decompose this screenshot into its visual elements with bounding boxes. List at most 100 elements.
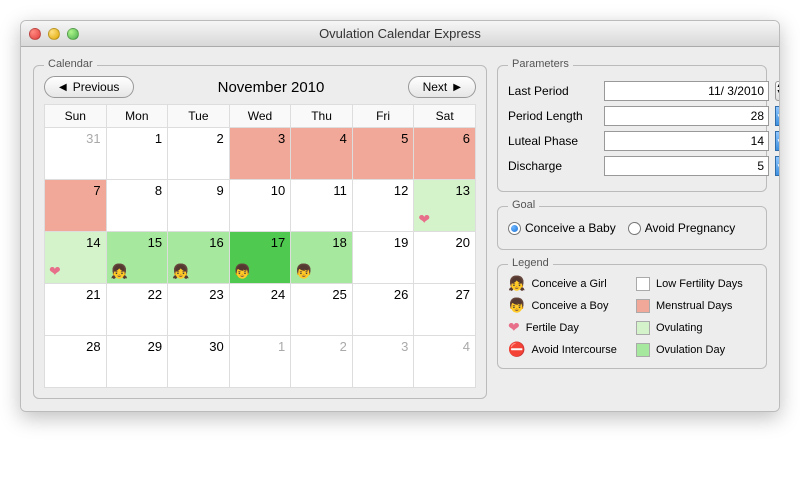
- calendar-cell[interactable]: 1: [106, 128, 168, 180]
- legend-label: Low Fertility Days: [656, 278, 743, 290]
- calendar-cell[interactable]: 2: [291, 336, 353, 388]
- cell-date: 18: [332, 235, 346, 250]
- day-header: Fri: [352, 105, 414, 128]
- calendar-cell[interactable]: 19: [352, 232, 414, 284]
- calendar-cell[interactable]: 3: [229, 128, 291, 180]
- avoid-label: Avoid Pregnancy: [645, 221, 736, 235]
- calendar-cell[interactable]: 3: [352, 336, 414, 388]
- day-header-row: SunMonTueWedThuFriSat: [45, 105, 476, 128]
- calendar-cell[interactable]: 17👦: [229, 232, 291, 284]
- cell-date: 1: [278, 339, 285, 354]
- cell-date: 17: [271, 235, 285, 250]
- color-swatch: [636, 343, 650, 357]
- calendar-box-label: Calendar: [44, 58, 97, 70]
- app-window: Ovulation Calendar Express Calendar ◀ Pr…: [20, 20, 780, 412]
- girl-icon: 👧: [508, 275, 525, 292]
- calendar-cell[interactable]: 16👧: [168, 232, 230, 284]
- calendar-cell[interactable]: 27: [414, 284, 476, 336]
- day-header: Sat: [414, 105, 476, 128]
- color-swatch: [636, 299, 650, 313]
- calendar-cell[interactable]: 1: [229, 336, 291, 388]
- discharge-field[interactable]: [604, 156, 769, 176]
- calendar-cell[interactable]: 8: [106, 180, 168, 232]
- calendar-cell[interactable]: 20: [414, 232, 476, 284]
- cell-date: 4: [340, 131, 347, 146]
- legend-item: Low Fertility Days: [636, 275, 756, 292]
- calendar-cell[interactable]: 24: [229, 284, 291, 336]
- period-length-row: Period Length ▼ days: [508, 106, 756, 126]
- radio-icon: [628, 222, 641, 235]
- legend-item: 👦 Conceive a Boy: [508, 297, 628, 314]
- calendar-cell[interactable]: 7: [45, 180, 107, 232]
- last-period-field[interactable]: [604, 81, 769, 101]
- calendar-cell[interactable]: 12: [352, 180, 414, 232]
- cell-date: 26: [394, 287, 408, 302]
- calendar-cell[interactable]: 4: [291, 128, 353, 180]
- legend-label: Ovulating: [656, 322, 702, 334]
- zoom-icon[interactable]: [67, 28, 79, 40]
- calendar-cell[interactable]: 30: [168, 336, 230, 388]
- next-label: Next: [423, 80, 448, 94]
- calendar-cell[interactable]: 31: [45, 128, 107, 180]
- legend-item: ⛔Avoid Intercourse: [508, 341, 628, 358]
- cell-date: 3: [401, 339, 408, 354]
- calendar-cell[interactable]: 14❤: [45, 232, 107, 284]
- calendar-cell[interactable]: 25: [291, 284, 353, 336]
- last-period-label: Last Period: [508, 84, 598, 98]
- calendar-cell[interactable]: 29: [106, 336, 168, 388]
- calendar-cell[interactable]: 18 👦: [291, 232, 353, 284]
- heart-icon: ❤: [49, 263, 61, 280]
- calendar-cell[interactable]: 13❤: [414, 180, 476, 232]
- calendar-cell[interactable]: 22: [106, 284, 168, 336]
- calendar-cell[interactable]: 11: [291, 180, 353, 232]
- last-period-stepper[interactable]: ▲ ▼: [775, 81, 780, 101]
- luteal-phase-dropdown[interactable]: ▼: [775, 131, 780, 151]
- cell-date: 29: [148, 339, 162, 354]
- cell-date: 5: [401, 131, 408, 146]
- calendar-cell[interactable]: 15👧: [106, 232, 168, 284]
- period-length-dropdown[interactable]: ▼: [775, 106, 780, 126]
- legend-panel: Legend 👧Conceive a GirlLow Fertility Day…: [497, 264, 767, 369]
- conceive-label: Conceive a Baby: [525, 221, 616, 235]
- day-header: Mon: [106, 105, 168, 128]
- luteal-phase-field[interactable]: [604, 131, 769, 151]
- luteal-phase-row: Luteal Phase ▼ days: [508, 131, 756, 151]
- calendar-cell[interactable]: 9: [168, 180, 230, 232]
- calendar-cell[interactable]: 4: [414, 336, 476, 388]
- cell-date: 22: [148, 287, 162, 302]
- period-length-field[interactable]: [604, 106, 769, 126]
- day-header: Sun: [45, 105, 107, 128]
- calendar-cell[interactable]: 23: [168, 284, 230, 336]
- cell-date: 12: [394, 183, 408, 198]
- day-header: Tue: [168, 105, 230, 128]
- conceive-radio[interactable]: Conceive a Baby: [508, 221, 616, 235]
- avoid-radio[interactable]: Avoid Pregnancy: [628, 221, 736, 235]
- discharge-dropdown[interactable]: ▼: [775, 156, 780, 176]
- calendar-cell[interactable]: 6: [414, 128, 476, 180]
- close-icon[interactable]: [29, 28, 41, 40]
- calendar-cell[interactable]: 10: [229, 180, 291, 232]
- cell-date: 25: [332, 287, 346, 302]
- window-controls: [29, 28, 79, 40]
- heart-icon: ❤: [508, 319, 520, 336]
- period-length-label: Period Length: [508, 109, 598, 123]
- calendar-cell[interactable]: 21: [45, 284, 107, 336]
- cell-date: 4: [463, 339, 470, 354]
- girl-icon: 👧: [172, 263, 189, 280]
- next-button[interactable]: Next ▶: [408, 76, 476, 98]
- calendar-cell[interactable]: 26: [352, 284, 414, 336]
- calendar-cell[interactable]: 2: [168, 128, 230, 180]
- calendar-cell[interactable]: 5: [352, 128, 414, 180]
- calendar-cell[interactable]: 28: [45, 336, 107, 388]
- minimize-icon[interactable]: [48, 28, 60, 40]
- goal-box-label: Goal: [508, 199, 539, 211]
- boy-icon: 👦: [295, 263, 312, 280]
- boy-icon: 👦: [508, 297, 525, 314]
- previous-button[interactable]: ◀ Previous: [44, 76, 134, 98]
- calendar-grid: SunMonTueWedThuFriSat 311234567891011121…: [44, 104, 476, 388]
- legend-label: Conceive a Boy: [531, 300, 608, 312]
- cell-date: 7: [93, 183, 100, 198]
- cell-date: 15: [148, 235, 162, 250]
- cell-date: 21: [86, 287, 100, 302]
- window-title: Ovulation Calendar Express: [21, 26, 779, 41]
